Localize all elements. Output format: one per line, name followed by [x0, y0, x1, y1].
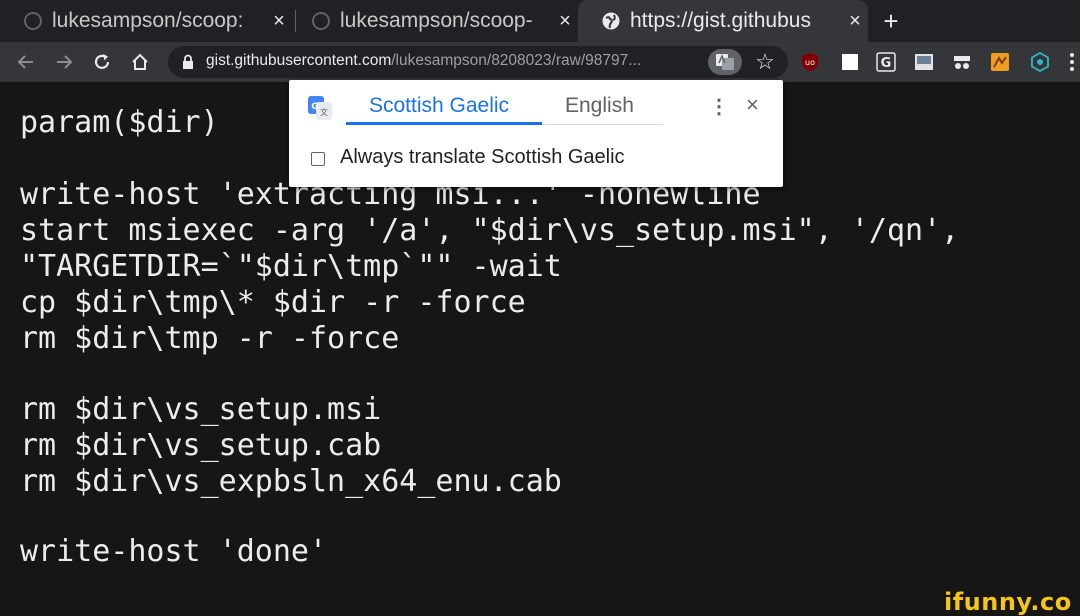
ap-extension-icon[interactable]	[914, 52, 934, 72]
network-extension-icon[interactable]	[1030, 52, 1050, 72]
tab-close-icon[interactable]: ×	[552, 10, 578, 33]
github-icon	[310, 10, 332, 32]
github-icon	[22, 10, 44, 32]
svg-text:uo: uo	[805, 58, 815, 67]
selected-tab-indicator	[346, 122, 542, 125]
url-host: gist.githubusercontent.com	[206, 52, 392, 69]
reload-button[interactable]	[88, 48, 116, 76]
square-extension-icon[interactable]	[840, 52, 860, 72]
tab-title: lukesampson/scoop-	[340, 9, 533, 32]
url-path: /lukesampson/8208023/raw/98797...	[391, 52, 642, 69]
url-text: gist.githubusercontent.com/lukesampson/8…	[206, 52, 641, 70]
new-tab-button[interactable]: +	[876, 0, 906, 42]
code-line: param($dir)	[20, 105, 219, 140]
grammarly-extension-icon[interactable]: G	[876, 52, 896, 72]
tab-close-icon[interactable]: ×	[842, 10, 868, 33]
watermark-logo: ifunny.co	[944, 588, 1072, 616]
orange-extension-icon[interactable]	[990, 52, 1010, 72]
bookmark-star-icon[interactable]: ☆	[752, 49, 778, 75]
reload-icon	[94, 54, 110, 69]
ublock-icon[interactable]: uo	[800, 52, 820, 72]
code-line: start msiexec -arg '/a', "$dir\vs_setup.…	[20, 213, 960, 248]
code-line: write-host 'done'	[20, 534, 328, 569]
home-button[interactable]	[126, 48, 154, 76]
home-icon	[132, 53, 148, 70]
back-button[interactable]	[12, 48, 40, 76]
forward-button[interactable]	[50, 48, 78, 76]
source-language-tab[interactable]: Scottish Gaelic	[369, 94, 509, 118]
arrow-right-icon	[57, 55, 73, 69]
globe-icon	[600, 10, 622, 32]
code-line: rm $dir\vs_setup.cab	[20, 428, 382, 463]
lock-icon[interactable]	[182, 54, 194, 75]
tab-scoop-1[interactable]: lukesampson/scoop: ×	[0, 0, 292, 42]
code-line: "TARGETDIR=`"$dir\tmp`"" -wait	[20, 249, 562, 284]
address-bar[interactable]: gist.githubusercontent.com/lukesampson/8…	[168, 46, 788, 78]
tab-title: https://gist.githubus	[630, 9, 811, 32]
tab-divider	[542, 124, 663, 125]
svg-text:G: G	[311, 102, 318, 112]
tab-title: lukesampson/scoop:	[52, 9, 244, 32]
code-line: rm $dir\tmp -r -force	[20, 321, 400, 356]
options-menu-icon[interactable]: ⋮	[709, 94, 729, 119]
incognito-extension-icon[interactable]	[952, 52, 972, 72]
close-icon[interactable]: ×	[746, 92, 759, 118]
translate-popup: G文 Scottish Gaelic English ⋮ × Always tr…	[289, 80, 783, 187]
target-language-tab[interactable]: English	[565, 94, 634, 118]
google-translate-icon: G文	[307, 95, 333, 126]
browser-toolbar: gist.githubusercontent.com/lukesampson/8…	[0, 42, 1080, 82]
code-line: cp $dir\tmp\* $dir -r -force	[20, 285, 526, 320]
always-translate-checkbox[interactable]	[311, 152, 325, 166]
tab-scoop-2[interactable]: lukesampson/scoop- ×	[288, 0, 578, 42]
svg-text:G: G	[881, 56, 892, 71]
code-line: rm $dir\vs_expbsln_x64_enu.cab	[20, 464, 562, 499]
translate-icon	[716, 54, 734, 70]
tab-strip: lukesampson/scoop: × lukesampson/scoop- …	[0, 0, 1080, 42]
svg-text:文: 文	[320, 107, 328, 117]
arrow-left-icon	[17, 55, 33, 69]
translate-page-button[interactable]	[708, 49, 742, 75]
code-line: rm $dir\vs_setup.msi	[20, 392, 382, 427]
tab-gist[interactable]: https://gist.githubus ×	[578, 0, 868, 42]
more-menu-icon[interactable]	[1066, 52, 1078, 72]
always-translate-label[interactable]: Always translate Scottish Gaelic	[340, 146, 625, 169]
